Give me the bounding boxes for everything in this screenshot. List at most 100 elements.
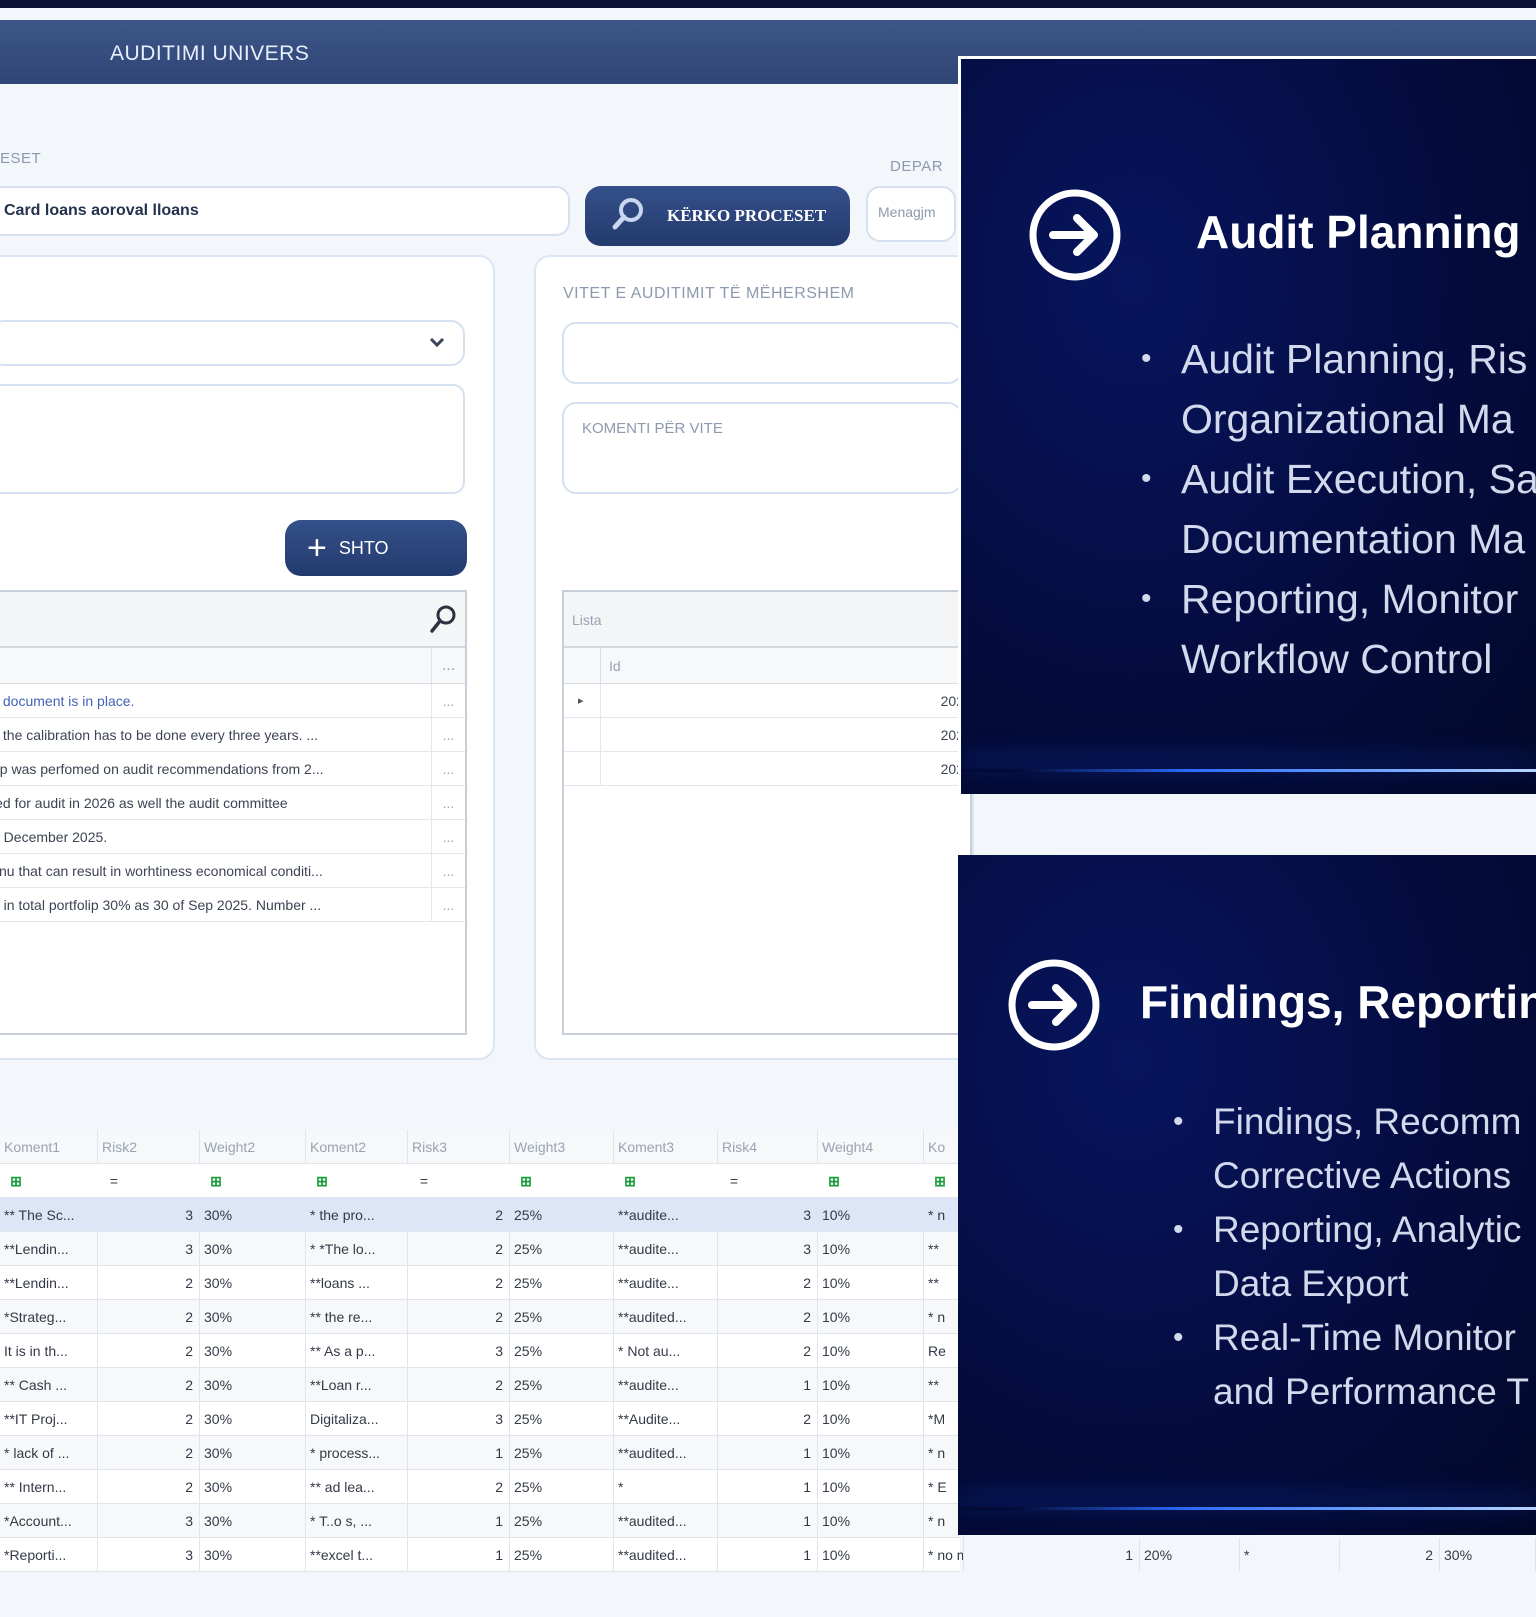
grid-row[interactable]: y document is in place.... [0,684,465,718]
table-row[interactable]: It is in th... 2 30% ** As a p... 3 25% * Not … [0,1334,964,1368]
row-menu[interactable]: ... [431,854,465,887]
grid-column-header: ... [0,648,465,684]
row-menu[interactable]: ... [431,752,465,785]
arrow-right-circle-icon [1027,187,1123,288]
table-cell: 30% [200,1300,306,1334]
card-bullet: • Real-Time Monitor and Performance T [1173,1311,1529,1419]
table-filter-row[interactable]: ⊞ = ⊞ ⊞ = ⊞ ⊞ = ⊞ ⊞ [0,1164,960,1198]
table-cell: **loans ... [306,1266,408,1300]
year-comment-textarea[interactable]: KOMENTI PËR VITE [562,402,962,494]
table-cell: 1 [718,1368,818,1402]
years-grid-row[interactable]: ▸ 202 [564,684,970,718]
table-row[interactable]: *Strateg... 2 30% ** the re... 2 25% **audited… [0,1300,964,1334]
grid-row[interactable]: up was perfomed on audit recommendations… [0,752,465,786]
row-menu[interactable]: ... [431,786,465,819]
table-row[interactable]: *Account... 3 30% * T..o s, ... 1 25% **audite… [0,1504,964,1538]
years-grid-id: 202 [600,684,970,717]
table-row[interactable]: *Reporti... 3 30% **excel t... 1 25% **audited… [0,1538,964,1572]
grid-row[interactable]: s the calibration has to be done every t… [0,718,465,752]
table-cell: 3 [98,1232,200,1266]
row-menu[interactable]: ... [431,684,465,717]
bullet-dot-icon: • [1141,582,1152,615]
bullet-dot-icon: • [1173,1105,1184,1138]
excel-filter-icon: ⊞ [10,1173,22,1189]
years-grid-header: Id [564,648,970,684]
description-textarea[interactable] [0,384,465,494]
table-header-cell: Weight2 [200,1130,306,1164]
years-grid-id-header[interactable]: Id [600,648,621,684]
years-grid-id: 202 [600,752,970,785]
years-grid-row[interactable]: 202 [564,718,970,752]
table-cell: *Reporti... [0,1538,98,1572]
filter-cell: = [109,1173,119,1189]
previous-years-input[interactable] [562,322,962,384]
years-grid-caption-bar: Lista [564,592,970,648]
table-cell: 30% [200,1538,306,1572]
card-bullet-line: and Performance T [1213,1371,1530,1412]
table-cell: * T..o s, ... [306,1504,408,1538]
arrow-right-circle-icon [1006,957,1102,1058]
table-row[interactable]: ** Intern... 2 30% ** ad lea... 2 25% * 1 10% * E [0,1470,964,1504]
process-search-input[interactable]: Card loans aoroval lloans [0,186,570,236]
table-cell: 25% [510,1266,614,1300]
screenshot-stage: AUDITIMI UNIVERS ESET Card loans aoroval… [0,0,1536,1617]
table-cell: **IT Proj... [0,1402,98,1436]
table-cell: 10% [818,1334,924,1368]
years-grid-row[interactable]: 202 [564,752,970,786]
table-cell: 2 [718,1266,818,1300]
table-cell: 2 [408,1266,510,1300]
table-cell: 2 [408,1232,510,1266]
table-cell: 30% [200,1198,306,1232]
row-menu[interactable]: ... [431,820,465,853]
year-comment-placeholder: KOMENTI PËR VITE [582,420,723,437]
table-row[interactable]: * lack of ... 2 30% * process... 1 25% **audit… [0,1436,964,1470]
table-header-cell: Risk4 [718,1130,818,1164]
table-cell: **audite... [614,1266,718,1300]
department-value: Menagjm [878,204,936,220]
card-bullet: • Reporting, Analytic Data Export [1173,1203,1529,1311]
card-bullet-line: Organizational Ma [1181,396,1514,442]
card-bullet-line: Data Export [1213,1263,1409,1304]
table-cell: 1 [408,1504,510,1538]
filter-cell: = [729,1173,739,1189]
add-button-label: SHTO [338,537,389,558]
table-cell: *Account... [0,1504,98,1538]
search-icon[interactable] [429,604,457,639]
table-cell: 30% [200,1504,306,1538]
search-processes-button[interactable]: KËRKO PROCESET [585,186,850,246]
category-dropdown[interactable] [0,320,465,366]
table-cell: 2 [98,1334,200,1368]
table-row[interactable]: **IT Proj... 2 30% Digitaliza... 3 25% **Audit… [0,1402,964,1436]
table-cell: ** Intern... [0,1470,98,1504]
grid-row[interactable]: tinu that can result in worhtiness econo… [0,854,465,888]
card-bullet-line: Real-Time Monitor [1213,1317,1516,1358]
column-menu[interactable]: ... [431,648,465,683]
card-bullet: • Reporting, Monitor Workflow Control [1141,569,1536,689]
table-cell: 30% [200,1436,306,1470]
grid-row[interactable]: led for audit in 2026 as well the audit … [0,786,465,820]
table-row[interactable]: **Lendin... 3 30% * *The lo... 2 25% **audite.… [0,1232,964,1266]
table-cell: 10% [818,1368,924,1402]
table-cell: **Lendin... [0,1266,98,1300]
row-menu[interactable]: ... [431,888,465,921]
table-cell: Digitaliza... [306,1402,408,1436]
table-cell: 3 [98,1538,200,1572]
table-header-row[interactable]: Koment1 Risk2 Weight2 Koment2 Risk3 Weight3 Ko… [0,1130,964,1164]
table-cell: **audited... [614,1300,718,1334]
table-row[interactable]: ** The Sc... 3 30% * the pro... 2 25% **audite… [0,1198,964,1232]
grid-row[interactable]: e in total portfolip 30% as 30 of Sep 20… [0,888,465,922]
excel-filter-icon: ⊞ [520,1173,532,1189]
row-menu[interactable]: ... [431,718,465,751]
add-button[interactable]: + SHTO [285,520,467,576]
table-cell: 10% [818,1436,924,1470]
card-glow-line [961,769,1536,772]
department-select[interactable]: Menagjm [866,186,956,242]
grid-row[interactable]: n December 2025.... [0,820,465,854]
table-row[interactable]: **Lendin... 2 30% **loans ... 2 25% **audite..… [0,1266,964,1300]
table-cell: * [614,1470,718,1504]
table-header-cell: Risk2 [98,1130,200,1164]
table-row[interactable]: ** Cash ... 2 30% **Loan r... 2 25% **audite..… [0,1368,964,1402]
table-cell: 30% [200,1232,306,1266]
excel-filter-icon: ⊞ [934,1173,946,1189]
table-header-cell: Weight4 [818,1130,924,1164]
